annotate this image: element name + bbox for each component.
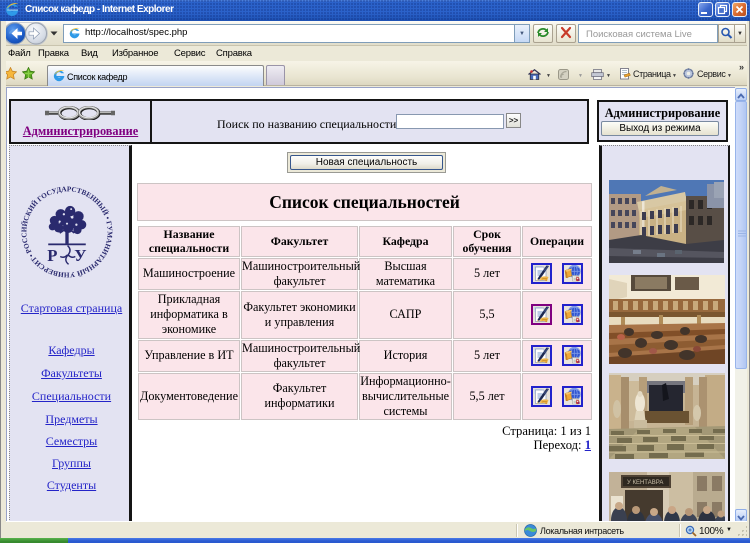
svg-text:У КЕНТАВРА: У КЕНТАВРА — [627, 480, 663, 486]
svg-text:Р: Р — [47, 246, 57, 265]
svg-text:У: У — [74, 246, 86, 265]
